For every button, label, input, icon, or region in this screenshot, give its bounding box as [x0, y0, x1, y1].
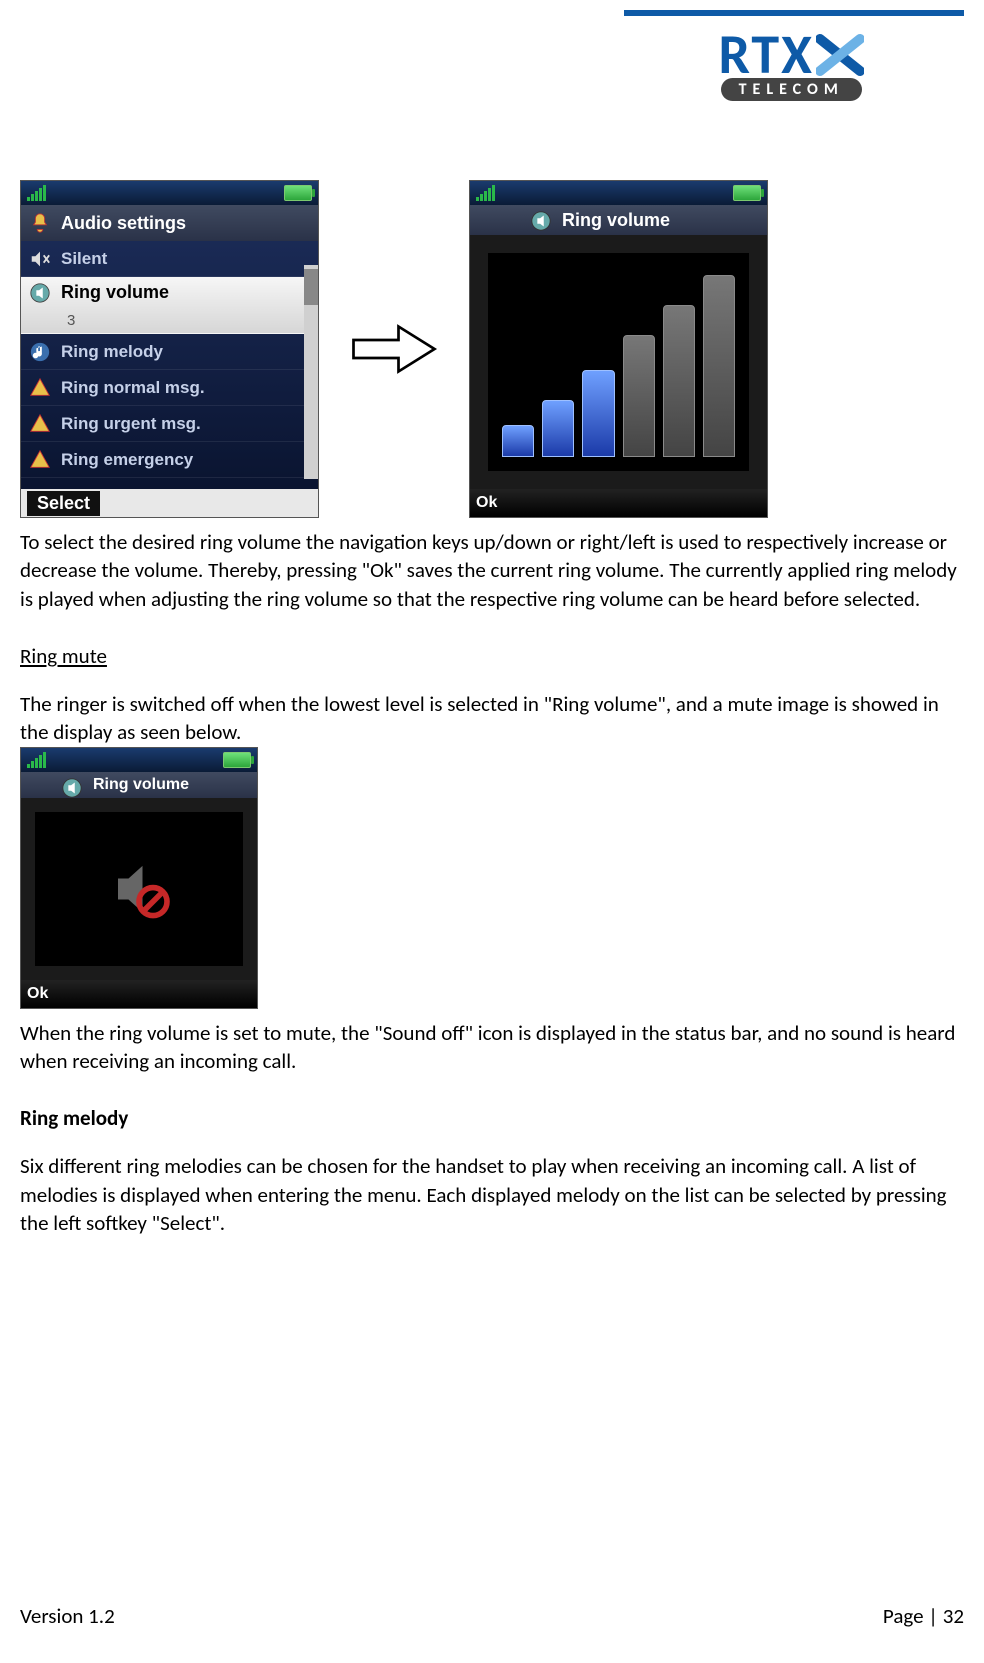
bell-icon	[29, 212, 51, 234]
heading-ring-mute: Ring mute	[20, 643, 964, 669]
scrollbar[interactable]	[304, 265, 318, 479]
screen-title: Ring volume	[21, 772, 257, 798]
logo-x-icon	[816, 31, 864, 79]
header-rule	[624, 10, 964, 16]
screen-title-text: Ring volume	[93, 776, 189, 794]
speaker-icon	[530, 210, 552, 230]
signal-icon	[27, 185, 46, 201]
sound-off-icon	[104, 854, 174, 924]
menu-item-label: Ring melody	[61, 342, 163, 362]
alert-icon	[29, 449, 51, 471]
battery-icon	[284, 185, 312, 201]
softkey-bar: Ok	[470, 489, 767, 517]
alert-icon	[29, 413, 51, 435]
menu-item-silent[interactable]: Silent	[21, 241, 318, 277]
scrollbar-thumb[interactable]	[304, 269, 318, 305]
volume-bar-6	[703, 275, 735, 457]
paragraph: When the ring volume is set to mute, the…	[20, 1019, 964, 1076]
paragraph: To select the desired ring volume the na…	[20, 528, 964, 613]
softkey-select[interactable]: Select	[27, 491, 100, 516]
screen-title: Ring volume	[470, 205, 767, 235]
logo-text: RTX	[718, 30, 864, 80]
menu-item-ring-emergency[interactable]: Ring emergency	[21, 442, 318, 478]
page-content: Audio settings Silent	[20, 180, 964, 1237]
paragraph: Six different ring melodies can be chose…	[20, 1152, 964, 1237]
phone-body: Ring volume	[21, 772, 257, 980]
mute-indicator	[21, 798, 257, 980]
screen-title-text: Audio settings	[61, 213, 186, 234]
volume-bar-2	[542, 400, 574, 457]
status-bar	[21, 181, 318, 205]
logo-subtext: TELECOM	[721, 78, 862, 101]
logo-letters: RTX	[718, 30, 814, 80]
softkey-bar: Select	[21, 489, 318, 517]
softkey-bar: Ok	[21, 980, 257, 1008]
menu-item-label: Ring normal msg.	[61, 378, 205, 398]
volume-bar-chart[interactable]	[470, 235, 767, 489]
menu-item-ring-normal-msg[interactable]: Ring normal msg.	[21, 370, 318, 406]
phone-screen-ring-volume-mute: Ring volume Ok	[20, 747, 258, 1009]
screen-title-text: Ring volume	[562, 210, 670, 231]
menu-item-ring-urgent-msg[interactable]: Ring urgent msg.	[21, 406, 318, 442]
phone-body: Audio settings Silent	[21, 205, 318, 489]
menu-item-label: Ring urgent msg.	[61, 414, 201, 434]
signal-icon	[476, 185, 495, 201]
menu-item-label: Silent	[61, 249, 107, 269]
screen-title: Audio settings	[21, 205, 318, 241]
page-footer: Version 1.2 Page | 32	[20, 1603, 964, 1629]
phone-screen-audio-settings: Audio settings Silent	[20, 180, 319, 518]
softkey-ok[interactable]: Ok	[476, 494, 497, 512]
menu-item-label: Ring emergency	[61, 450, 193, 470]
brand-logo: RTX TELECOM	[718, 30, 864, 101]
note-icon	[29, 341, 51, 363]
paragraph: The ringer is switched off when the lowe…	[20, 690, 964, 747]
menu-item-ring-volume[interactable]: Ring volume 3	[21, 277, 318, 334]
volume-bar-1	[502, 425, 534, 457]
volume-bar-5	[663, 305, 695, 457]
volume-bar-3	[582, 370, 614, 457]
signal-icon	[27, 752, 46, 768]
speaker-icon	[61, 777, 83, 793]
status-bar	[470, 181, 767, 205]
softkey-ok[interactable]: Ok	[27, 985, 48, 1003]
phone-body: Ring volume	[470, 205, 767, 489]
battery-icon	[223, 752, 251, 768]
mute-icon	[29, 248, 51, 270]
alert-icon	[29, 377, 51, 399]
menu-item-sublabel: 3	[29, 312, 75, 329]
heading-ring-melody: Ring melody	[20, 1105, 964, 1131]
screenshots-row-1: Audio settings Silent	[20, 180, 964, 518]
footer-version: Version 1.2	[20, 1603, 115, 1629]
status-bar	[21, 748, 257, 772]
arrow-right-icon	[349, 314, 439, 384]
speaker-icon	[29, 282, 51, 304]
battery-icon	[733, 185, 761, 201]
menu-list: Silent Ring volume 3	[21, 241, 318, 489]
menu-item-label: Ring volume	[61, 282, 169, 303]
footer-page: Page | 32	[883, 1603, 964, 1629]
volume-bar-4	[623, 335, 655, 457]
phone-screen-ring-volume: Ring volume Ok	[469, 180, 768, 518]
menu-item-ring-melody[interactable]: Ring melody	[21, 334, 318, 370]
document-page: RTX TELECOM	[0, 0, 984, 1663]
